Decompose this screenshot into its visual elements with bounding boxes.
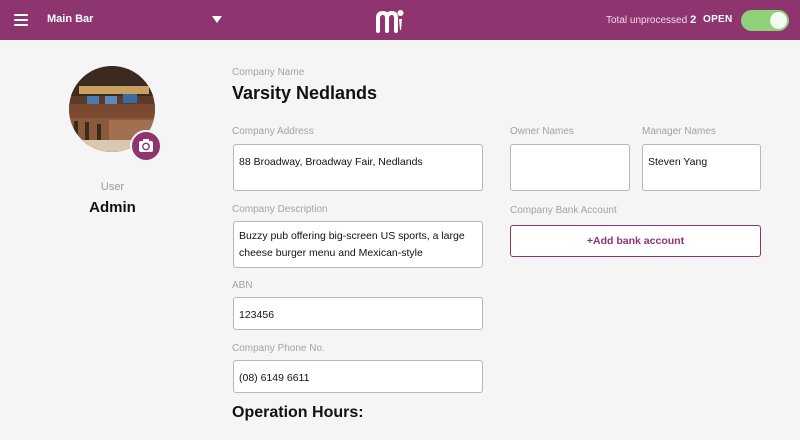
company-name[interactable]: Varsity Nedlands: [232, 83, 377, 104]
company-phone-field[interactable]: (08) 6149 6611: [233, 360, 483, 393]
dropdown-caret-icon[interactable]: [212, 16, 222, 23]
bank-account-label: Company Bank Account: [510, 205, 617, 216]
app-logo-icon: [376, 10, 404, 33]
venue-selector-label[interactable]: Main Bar: [47, 13, 93, 25]
company-description-label: Company Description: [232, 204, 328, 215]
open-status-label: OPEN: [703, 14, 733, 25]
unprocessed-count: 2: [690, 14, 697, 26]
abn-label: ABN: [232, 280, 253, 291]
company-address-field[interactable]: 88 Broadway, Broadway Fair, Nedlands: [233, 144, 483, 191]
manager-names-field[interactable]: Steven Yang: [642, 144, 761, 191]
toggle-knob: [770, 12, 787, 29]
camera-refresh-icon: [139, 139, 153, 152]
manager-names-label: Manager Names: [642, 126, 716, 137]
unprocessed-label: Total unprocessed: [606, 15, 688, 26]
open-toggle[interactable]: [741, 10, 789, 31]
company-address-label: Company Address: [232, 126, 314, 137]
menu-icon[interactable]: [14, 14, 28, 26]
add-bank-account-button[interactable]: +Add bank account: [510, 225, 761, 257]
company-phone-label: Company Phone No.: [232, 343, 325, 354]
unprocessed-counter: Total unprocessed 2: [606, 14, 696, 26]
company-name-label: Company Name: [232, 67, 305, 78]
operation-hours-heading: Operation Hours:: [232, 404, 364, 421]
abn-field[interactable]: 123456: [233, 297, 483, 330]
change-photo-button[interactable]: [130, 130, 162, 162]
user-role-label: User: [100, 181, 125, 193]
user-role-value: Admin: [89, 199, 136, 216]
top-bar: Main Bar Total unprocessed 2 OPEN: [0, 0, 800, 40]
company-description-field[interactable]: Buzzy pub offering big-screen US sports,…: [233, 221, 483, 268]
owner-names-field[interactable]: [510, 144, 630, 191]
owner-names-label: Owner Names: [510, 126, 574, 137]
